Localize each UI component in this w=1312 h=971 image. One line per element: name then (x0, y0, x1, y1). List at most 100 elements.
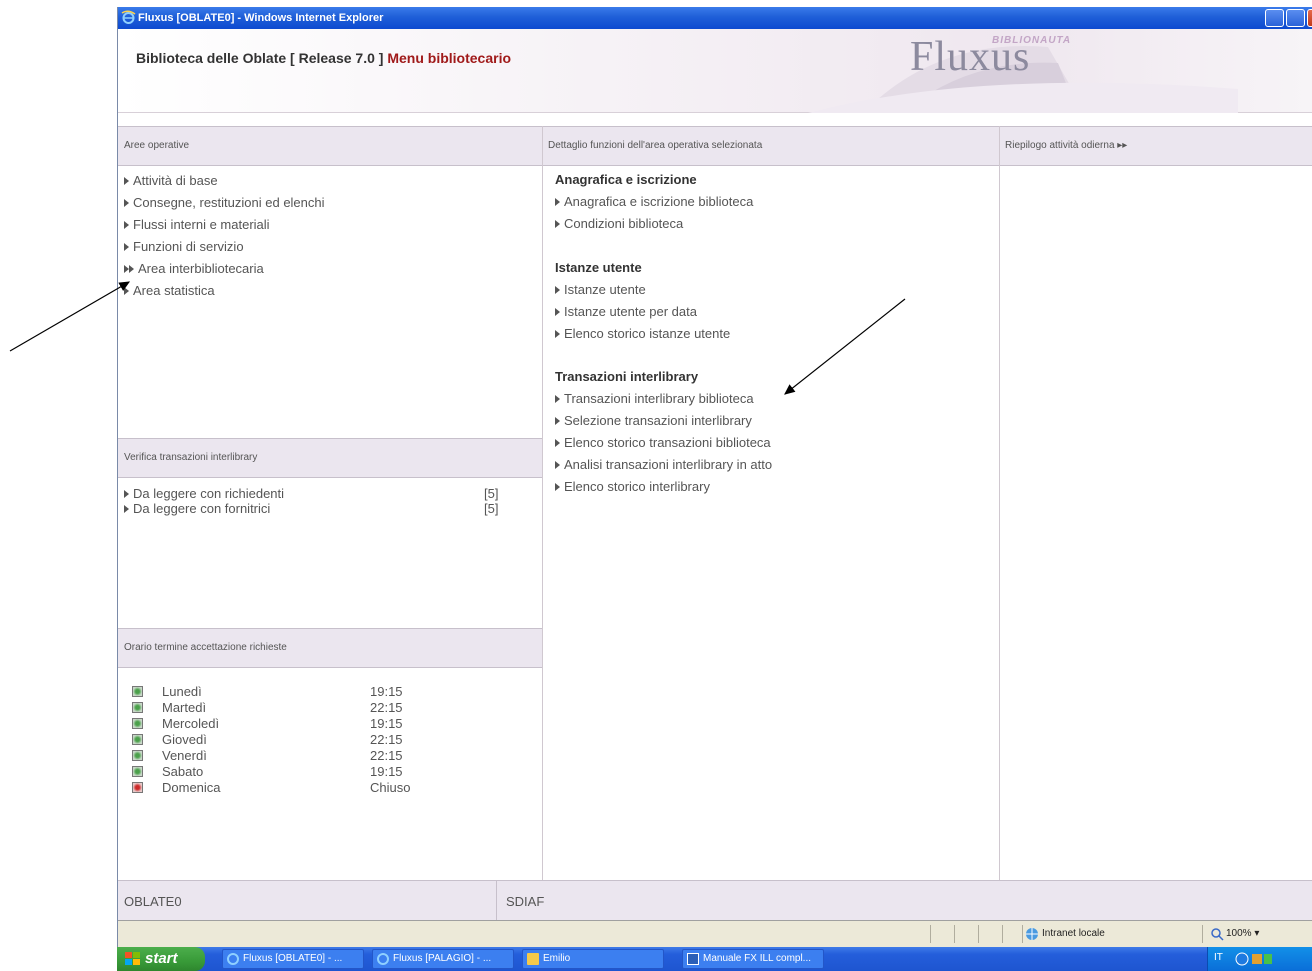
window-titlebar[interactable]: Fluxus [OBLATE0] - Windows Internet Expl… (118, 7, 1312, 29)
menu-name: Menu bibliotecario (387, 50, 512, 66)
start-button[interactable]: start (117, 947, 205, 971)
area-item-consegne[interactable]: Consegne, restituzioni ed elenchi (124, 195, 325, 210)
hours-time: 22:15 (370, 700, 403, 715)
function-elenco-storico-interlibrary[interactable]: Elenco storico interlibrary (555, 479, 710, 494)
browser-statusbar: Intranet locale 100% ▾ (118, 920, 1312, 947)
app-header: Biblioteca delle Oblate [ Release 7.0 ] … (118, 29, 1312, 113)
function-transazioni-biblioteca[interactable]: Transazioni interlibrary biblioteca (555, 391, 754, 406)
column-divider (542, 126, 543, 880)
footer-system-code: SDIAF (506, 894, 545, 909)
status-segment (1002, 925, 1003, 943)
hours-time: 19:15 (370, 764, 403, 779)
function-elenco-storico-transazioni[interactable]: Elenco storico transazioni biblioteca (555, 435, 771, 450)
function-istanze-utente[interactable]: Istanze utente (555, 282, 646, 297)
area-item-statistica[interactable]: Area statistica (124, 283, 215, 298)
area-item-interbibliotecaria[interactable]: Area interbibliotecaria (124, 261, 264, 276)
internet-explorer-icon (377, 953, 389, 965)
function-condizioni-biblioteca[interactable]: Condizioni biblioteca (555, 216, 683, 231)
bullet-arrow-icon (124, 489, 129, 498)
security-zone-label: Intranet locale (1042, 928, 1105, 939)
bullet-arrow-icon (555, 438, 560, 447)
bullet-arrow-icon (124, 242, 129, 251)
verifica-count-richiedenti: [5] (484, 486, 499, 501)
footer-divider (496, 881, 497, 921)
verifica-item-richiedenti[interactable]: Da leggere con richiedenti (124, 486, 284, 501)
screenshot-stage: Fluxus [OBLATE0] - Windows Internet Expl… (0, 0, 1312, 971)
hours-day: Domenica (162, 780, 221, 795)
folder-icon (527, 953, 539, 965)
section-title-istanze: Istanze utente (555, 260, 642, 275)
footer-library-code: OBLATE0 (124, 894, 182, 909)
section-title-transazioni: Transazioni interlibrary (555, 369, 699, 384)
area-item-funzioni-servizio[interactable]: Funzioni di servizio (124, 239, 244, 254)
app-footer: OBLATE0 SDIAF (118, 880, 1312, 921)
open-status-icon (132, 766, 143, 777)
dettaglio-funzioni-header: Dettaglio funzioni dell'area operativa s… (542, 126, 999, 166)
maximize-button[interactable] (1286, 9, 1305, 27)
bullet-arrow-icon (124, 176, 129, 185)
open-status-icon (132, 734, 143, 745)
bullet-arrow-icon (555, 416, 560, 425)
hours-day: Mercoledì (162, 716, 220, 731)
aree-operative-header: Aree operative (118, 126, 542, 166)
biblionauta-logo: BIBLIONAUTA (992, 35, 1072, 46)
internet-explorer-icon (227, 953, 239, 965)
start-label: start (145, 950, 178, 967)
library-name: Biblioteca delle Oblate [ Release 7.0 ] (136, 50, 384, 66)
open-status-icon (132, 718, 143, 729)
open-status-icon (132, 750, 143, 761)
bullet-arrow-icon (555, 197, 560, 206)
internet-explorer-icon (121, 10, 136, 24)
bullet-arrow-icon (124, 198, 129, 207)
hours-day: Venerdì (162, 748, 207, 763)
hours-day: Lunedì (162, 684, 202, 699)
bullet-arrow-icon (124, 504, 129, 513)
language-indicator[interactable]: IT (1214, 952, 1223, 963)
hours-time: 19:15 (370, 684, 403, 699)
taskbar-item-folder-emilio[interactable]: Emilio (522, 949, 664, 969)
open-status-icon (132, 686, 143, 697)
open-status-icon (132, 702, 143, 713)
window-title: Fluxus [OBLATE0] - Windows Internet Expl… (138, 12, 384, 24)
close-button[interactable] (1307, 9, 1312, 27)
riepilogo-header[interactable]: Riepilogo attività odierna ▸▸ (999, 126, 1312, 166)
area-item-flussi[interactable]: Flussi interni e materiali (124, 217, 270, 232)
function-analisi-transazioni[interactable]: Analisi transazioni interlibrary in atto (555, 457, 772, 472)
zoom-level[interactable]: 100% ▾ (1226, 928, 1259, 939)
hours-time: Chiuso (370, 780, 411, 795)
hours-day: Giovedì (162, 732, 207, 747)
bullet-arrow-icon (124, 286, 129, 295)
status-segment (1022, 925, 1023, 943)
function-istanze-per-data[interactable]: Istanze utente per data (555, 304, 697, 319)
annotation-arrow-left (9, 281, 131, 352)
status-segment (1202, 925, 1203, 943)
windows-flag-icon (125, 952, 140, 965)
taskbar-item-fluxus-oblate[interactable]: Fluxus [OBLATE0] - ... (222, 949, 364, 969)
taskbar-item-fluxus-palagio[interactable]: Fluxus [PALAGIO] - ... (372, 949, 514, 969)
function-selezione-transazioni[interactable]: Selezione transazioni interlibrary (555, 413, 752, 428)
bullet-arrow-icon (555, 219, 560, 228)
verifica-count-fornitrici: [5] (484, 501, 499, 516)
area-item-attivita-base[interactable]: Attività di base (124, 173, 218, 188)
function-elenco-storico-istanze[interactable]: Elenco storico istanze utente (555, 326, 730, 341)
word-document-icon (687, 953, 699, 965)
bullet-arrow-icon (555, 285, 560, 294)
bullet-arrow-icon (555, 460, 560, 469)
windows-taskbar: start Fluxus [OBLATE0] - ... Fluxus [PAL… (117, 947, 1312, 971)
bullet-arrow-icon (124, 220, 129, 229)
verifica-item-fornitrici[interactable]: Da leggere con fornitrici (124, 501, 270, 516)
system-tray: IT (1207, 947, 1312, 971)
tray-icons (1235, 952, 1272, 966)
function-anagrafica-biblioteca[interactable]: Anagrafica e iscrizione biblioteca (555, 194, 753, 209)
minimize-button[interactable] (1265, 9, 1284, 27)
column-divider (999, 126, 1000, 880)
taskbar-item-word-manuale[interactable]: Manuale FX ILL compl... (682, 949, 824, 969)
double-arrow-icon (129, 264, 134, 273)
closed-status-icon (132, 782, 143, 793)
status-segment (954, 925, 955, 943)
bullet-arrow-icon (555, 394, 560, 403)
section-title-anagrafica: Anagrafica e iscrizione (555, 172, 697, 187)
hours-day: Martedì (162, 700, 207, 715)
status-segment (978, 925, 979, 943)
hours-day: Sabato (162, 764, 204, 779)
